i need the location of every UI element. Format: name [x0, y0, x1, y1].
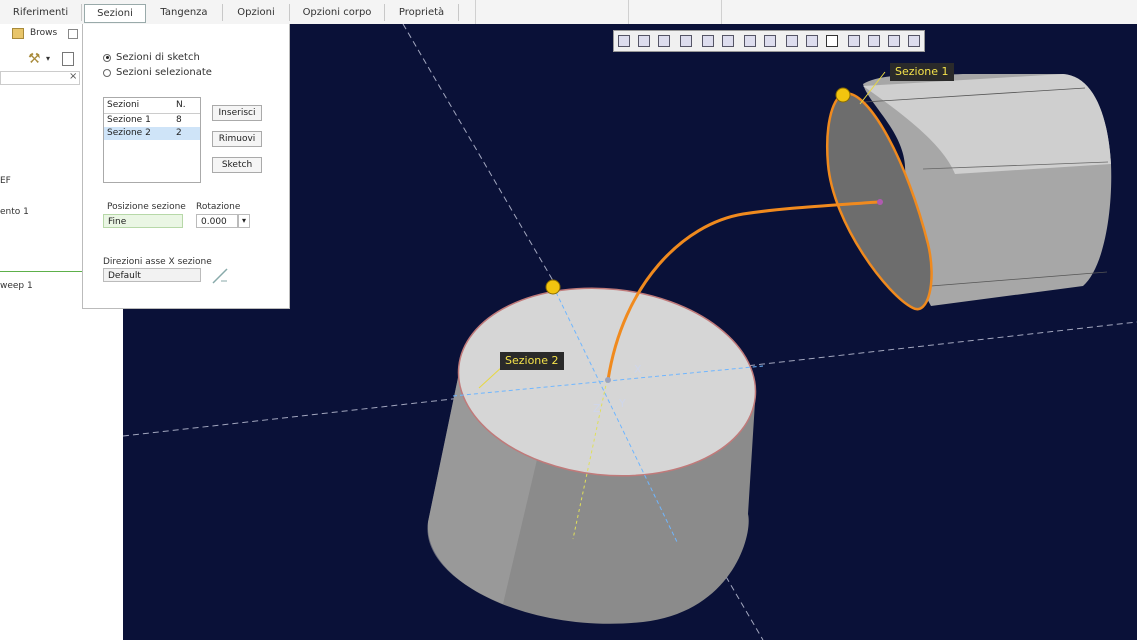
tools-icon[interactable]: ⚒: [28, 52, 41, 66]
toolbar-section: [475, 0, 628, 24]
table-header: Sezioni N.: [104, 98, 200, 114]
x-direction-label: Direzioni asse X sezione: [103, 257, 212, 267]
close-icon[interactable]: ×: [69, 71, 77, 82]
toolbar-section: [721, 0, 1137, 24]
tree-item[interactable]: ento 1: [0, 207, 29, 217]
radio-sketched-sections[interactable]: Sezioni di sketch: [103, 52, 200, 63]
section-number: 2: [176, 128, 182, 138]
position-field[interactable]: Fine: [103, 214, 183, 228]
tab-sezioni[interactable]: Sezioni: [84, 4, 146, 23]
axis-label-x: X: [634, 363, 642, 376]
radio-label: Sezioni selezionate: [116, 67, 212, 78]
rotation-label: Rotazione: [196, 202, 241, 212]
settings-icon[interactable]: [68, 29, 78, 39]
toolbar-section: [628, 0, 721, 24]
tab-tangenza[interactable]: Tangenza: [146, 4, 223, 21]
datum-display-icon[interactable]: [786, 35, 798, 47]
table-row[interactable]: Sezione 1 8: [104, 114, 200, 127]
rotation-input[interactable]: 0.000: [196, 214, 238, 228]
zoom-in-icon[interactable]: [638, 35, 650, 47]
display-style-icon[interactable]: [722, 35, 734, 47]
search-input[interactable]: [0, 71, 80, 85]
flip-direction-icon[interactable]: [211, 267, 229, 285]
section-2-callout[interactable]: Sezione 2: [500, 352, 564, 370]
radio-dot: [103, 68, 111, 77]
repaint-icon[interactable]: [680, 35, 692, 47]
tab-opzioni[interactable]: Opzioni: [223, 4, 290, 21]
tab-proprieta[interactable]: Proprietà: [385, 4, 459, 21]
tab-opzioni-corpo[interactable]: Opzioni corpo: [290, 4, 385, 21]
radio-dot: [103, 53, 111, 62]
axis-label-z: Z: [593, 402, 601, 415]
perspective-icon[interactable]: [764, 35, 776, 47]
view-toolbar: [613, 30, 925, 52]
section-name: Sezione 2: [107, 128, 151, 138]
column-header-number: N.: [176, 100, 186, 110]
chevron-down-icon[interactable]: ▾: [238, 214, 250, 228]
pause-icon[interactable]: [888, 35, 900, 47]
view-manager-icon[interactable]: [702, 35, 714, 47]
position-label: Posizione sezione: [107, 202, 186, 212]
sections-table: Sezioni N. Sezione 1 8 Sezione 2 2: [103, 97, 201, 183]
section-name: Sezione 1: [107, 115, 151, 125]
folder-icon[interactable]: [12, 28, 24, 39]
section-icon[interactable]: [848, 35, 860, 47]
browse-tab[interactable]: Brows: [30, 28, 57, 38]
spin-center-icon[interactable]: [826, 35, 838, 47]
refit-icon[interactable]: [618, 35, 630, 47]
section-number: 8: [176, 115, 182, 125]
chevron-down-icon[interactable]: ▾: [46, 54, 50, 63]
x-direction-field[interactable]: Default: [103, 268, 201, 282]
tab-riferimenti[interactable]: Riferimenti: [0, 4, 82, 21]
insert-indicator: [0, 271, 82, 272]
document-icon[interactable]: [62, 52, 74, 66]
tab-bar: Riferimenti Sezioni Tangenza Opzioni Opz…: [0, 0, 1137, 25]
annotation-display-icon[interactable]: [806, 35, 818, 47]
radio-label: Sezioni di sketch: [116, 52, 200, 63]
insert-button[interactable]: Inserisci: [212, 105, 262, 121]
column-header-sections: Sezioni: [107, 100, 140, 110]
table-row[interactable]: Sezione 2 2: [104, 127, 200, 140]
remove-button[interactable]: Rimuovi: [212, 131, 262, 147]
saved-orientations-icon[interactable]: [744, 35, 756, 47]
view-options-icon[interactable]: [908, 35, 920, 47]
tree-item[interactable]: weep 1: [0, 281, 33, 291]
radio-selected-sections[interactable]: Sezioni selezionate: [103, 67, 212, 78]
zoom-out-icon[interactable]: [658, 35, 670, 47]
section-1-callout[interactable]: Sezione 1: [890, 63, 954, 81]
axis-label-y: Y: [619, 397, 626, 410]
sketch-button[interactable]: Sketch: [212, 157, 262, 173]
flip-direction-glyph: [212, 268, 228, 284]
sections-panel: Sezioni di sketch Sezioni selezionate Se…: [82, 24, 290, 309]
tree-item[interactable]: EF: [0, 176, 11, 186]
appearance-icon[interactable]: [868, 35, 880, 47]
